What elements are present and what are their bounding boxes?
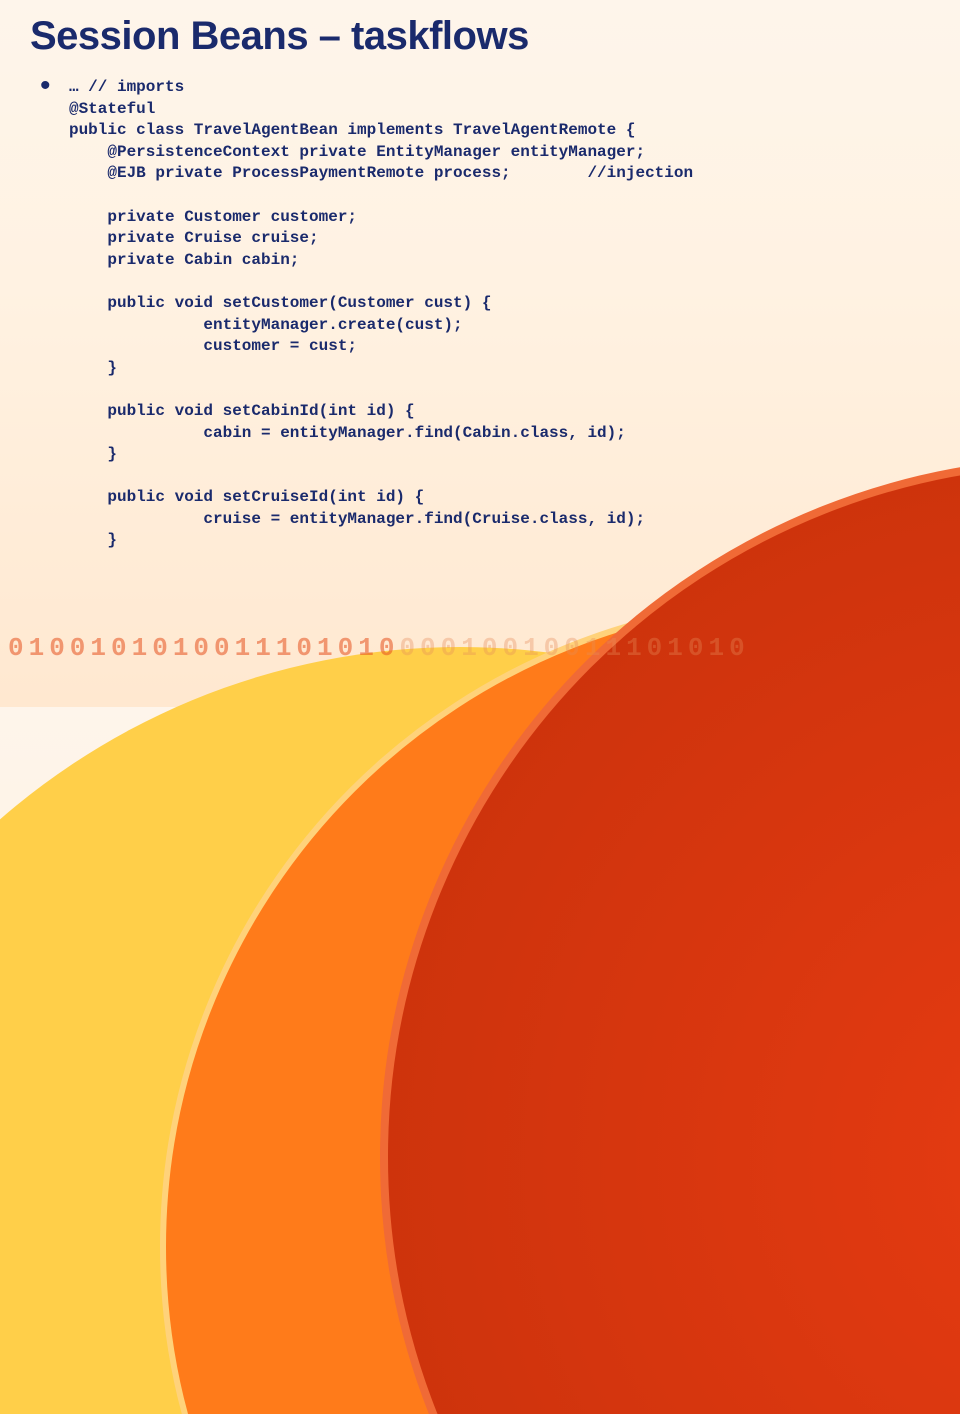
bullet-icon: • — [40, 77, 51, 95]
arc-red — [380, 457, 960, 1414]
content-row: • … // imports @Stateful public class Tr… — [40, 77, 930, 552]
binary-left: 0100101010011101010 — [8, 633, 399, 663]
code-block: … // imports @Stateful public class Trav… — [69, 77, 693, 552]
binary-band: 010010101001110101000010010011101010 — [0, 633, 960, 667]
arc-yellow — [0, 647, 960, 1414]
slide-title: Session Beans – taskflows — [30, 14, 930, 59]
binary-right: 00010010011101010 — [399, 633, 749, 663]
arc-orange — [160, 597, 960, 1414]
